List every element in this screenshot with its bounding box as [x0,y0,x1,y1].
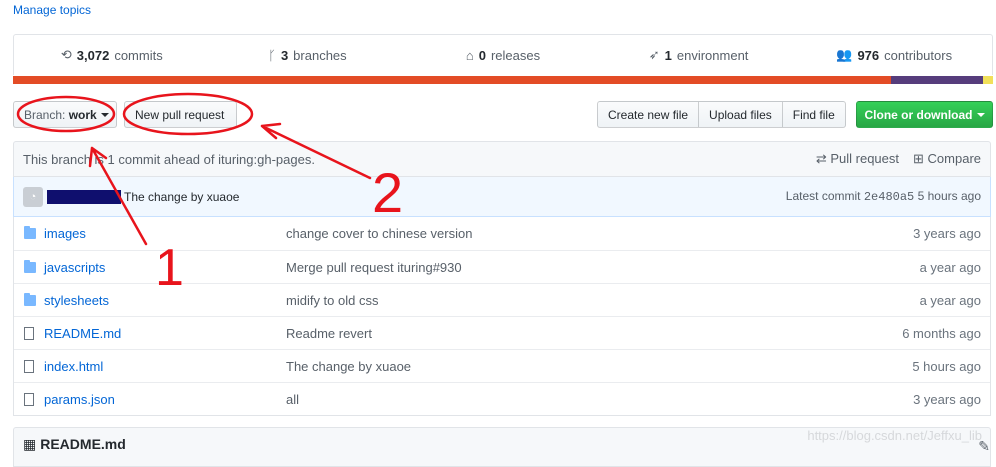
repo-stats-bar: ⟲ 3,072 commits ᚴ 3 branches ⌂ 0 release… [13,34,993,75]
language-html [13,76,891,84]
file-actions-group: Create new file Upload files Find file [597,101,846,128]
branch-icon: ᚴ [268,47,276,63]
compare-label: Compare [927,151,981,166]
branches-count: 3 [280,47,289,63]
file-name[interactable]: params.json [44,392,286,407]
file-name[interactable]: index.html [44,359,286,374]
folder-icon [24,259,36,273]
file-age: 5 hours ago [912,358,981,374]
file-row: stylesheets midify to old css a year ago [14,283,990,316]
file-row: README.md Readme revert 6 months ago [14,316,990,349]
pull-request-label: Pull request [830,151,899,166]
file-commit-message[interactable]: Readme revert [286,326,902,341]
commits-count: 3,072 [76,47,110,63]
caret-down-icon [976,112,985,117]
file-row: images change cover to chinese version 3… [14,217,990,250]
avatar[interactable]: ◔ [23,186,43,207]
new-pull-request-button[interactable]: New pull request [124,101,237,128]
latest-commit-bar: ◔ The change by xuaoe Latest commit 2e48… [13,177,991,217]
file-name[interactable]: README.md [44,326,286,341]
stat-contributors[interactable]: 👥 976 contributors [796,47,992,63]
file-name[interactable]: stylesheets [44,293,286,308]
latest-commit-label: Latest commit [785,189,861,203]
commit-meta: Latest commit 2e480a5 5 hours ago [786,189,981,204]
upload-files-button[interactable]: Upload files [698,101,783,128]
file-age: a year ago [919,259,981,275]
file-commit-message[interactable]: all [286,392,913,407]
file-commit-message[interactable]: The change by xuaoe [286,359,912,374]
file-age: 3 years ago [913,226,981,241]
branch-prefix: Branch: [24,107,66,122]
environment-label: environment [676,47,749,63]
stat-environment[interactable]: ➶ 1 environment [601,47,797,63]
find-file-button[interactable]: Find file [781,101,846,128]
file-icon [24,392,36,406]
commit-message[interactable]: The change by xuaoe [124,190,239,204]
pull-request-icon: ⇄ [815,151,827,166]
language-bar[interactable] [13,76,993,84]
releases-label: releases [490,47,541,63]
file-commit-message[interactable]: midify to old css [286,293,920,308]
stat-commits[interactable]: ⟲ 3,072 commits [14,47,210,63]
file-icon [24,359,36,373]
commit-time: 5 hours ago [917,189,981,203]
create-new-file-button[interactable]: Create new file [597,101,700,128]
branch-name: work [68,107,97,122]
history-icon: ⟲ [60,47,72,62]
file-age: 3 years ago [913,391,981,407]
clone-download-button[interactable]: Clone or download [856,101,993,128]
releases-count: 0 [478,47,486,63]
manage-topics-link[interactable]: Manage topics [13,3,91,17]
branches-label: branches [293,47,347,63]
file-row: javascripts Merge pull request ituring#9… [14,250,990,283]
folder-icon [24,292,36,306]
people-icon: 👥 [836,47,853,62]
file-age: a year ago [919,292,981,308]
rocket-icon: ➶ [648,47,660,62]
file-commit-message[interactable]: change cover to chinese version [286,226,913,241]
environment-count: 1 [664,47,672,63]
watermark: https://blog.csdn.net/Jeffxu_lib [807,428,982,443]
branch-status-text: This branch is 1 commit ahead of ituring… [23,151,315,167]
file-row: params.json all 3 years ago [14,382,990,415]
commits-label: commits [114,47,163,63]
contributors-label: contributors [884,47,953,63]
redacted-username [47,189,121,204]
branch-select-button[interactable]: Branch: work [13,101,117,128]
tag-icon: ⌂ [465,47,474,63]
pull-request-link[interactable]: ⇄ Pull request [816,151,899,167]
stat-releases[interactable]: ⌂ 0 releases [405,48,601,63]
file-commit-message[interactable]: Merge pull request ituring#930 [286,260,920,275]
folder-icon [24,226,36,239]
book-icon: ▦ [23,436,37,452]
commit-sha[interactable]: 2e480a5 [864,190,914,204]
readme-title: README.md [40,436,126,452]
diff-icon: ⊞ [913,151,924,166]
compare-link[interactable]: ⊞ Compare [913,151,981,167]
clone-label: Clone or download [864,107,973,122]
file-list: images change cover to chinese version 3… [13,217,991,416]
file-row: index.html The change by xuaoe 5 hours a… [14,349,990,382]
file-age: 6 months ago [902,325,981,341]
file-icon [24,326,36,340]
branch-status-bar: This branch is 1 commit ahead of ituring… [13,141,991,177]
pencil-icon[interactable]: ✎ [978,438,990,455]
language-js [983,76,993,84]
caret-down-icon [100,112,109,117]
stat-branches[interactable]: ᚴ 3 branches [210,48,406,63]
language-css [891,76,983,84]
file-name[interactable]: images [44,226,286,241]
file-name[interactable]: javascripts [44,260,286,275]
contributors-count: 976 [857,47,880,63]
